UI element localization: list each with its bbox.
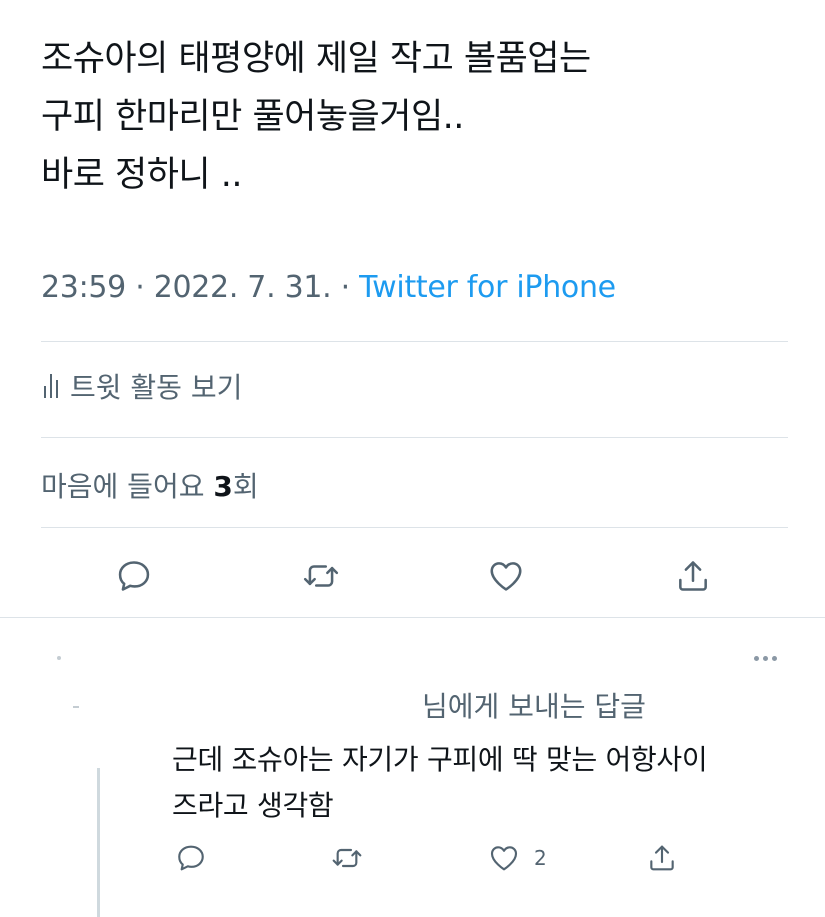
divider (41, 341, 788, 342)
heart-icon (490, 562, 522, 591)
meta-separator: · (331, 270, 360, 305)
tweet-line: 구피 한마리만 풀어놓을거임.. (41, 97, 464, 137)
divider (41, 527, 788, 528)
tweet-source-link[interactable]: Twitter for iPhone (359, 270, 616, 305)
divider (41, 437, 788, 438)
likes-count: 3 (213, 470, 233, 503)
comment-icon (178, 845, 204, 871)
retweet-button[interactable] (298, 553, 344, 599)
likes-count-link[interactable]: 마음에 들어요 3회 (41, 465, 259, 505)
faint-avatar-mark (57, 656, 61, 660)
likes-suffix: 회 (232, 470, 259, 503)
retweet-icon (303, 565, 339, 587)
tweet-action-bar (0, 553, 825, 599)
reply-like-button[interactable]: 2 (488, 838, 547, 878)
reply-action-bar: 2 (0, 838, 825, 878)
share-icon (679, 561, 707, 591)
reply-share-button[interactable] (646, 838, 678, 878)
tweet-line: 조슈아의 태평양에 제일 작고 볼품업는 (41, 39, 591, 79)
heart-icon (490, 846, 518, 871)
reply-to-label[interactable]: 님에게 보내는 답글 (422, 685, 646, 725)
activity-label: 트윗 활동 보기 (70, 371, 243, 404)
tweet-activity-link[interactable]: 트윗 활동 보기 (44, 366, 242, 406)
reply-button[interactable] (111, 553, 157, 599)
reply-like-count: 2 (534, 846, 547, 870)
reply-line: 근데 조슈아는 자기가 구피에 딱 맞는 어항사이 (172, 743, 708, 776)
retweet-icon (332, 848, 362, 868)
share-button[interactable] (670, 553, 716, 599)
like-button[interactable] (483, 553, 529, 599)
comment-icon (118, 561, 150, 591)
share-icon (650, 845, 674, 871)
meta-separator: · (125, 270, 154, 305)
faint-avatar-mark (73, 706, 79, 708)
likes-prefix: 마음에 들어요 (41, 470, 214, 503)
tweet-line: 바로 정하니 .. (41, 155, 243, 195)
tweet-meta: 23:59 · 2022. 7. 31. · Twitter for iPhon… (41, 270, 616, 305)
reply-line: 즈라고 생각함 (172, 789, 334, 822)
tweet-date[interactable]: 2022. 7. 31. (154, 270, 332, 305)
reply-reply-button[interactable] (175, 838, 207, 878)
tweet-time[interactable]: 23:59 (41, 270, 126, 305)
reply-text: 근데 조슈아는 자기가 구피에 딱 맞는 어항사이 즈라고 생각함 (172, 737, 812, 829)
tweet-text: 조슈아의 태평양에 제일 작고 볼품업는 구피 한마리만 풀어놓을거임.. 바로… (41, 30, 801, 204)
more-dots-icon[interactable] (754, 652, 784, 664)
analytics-bars-icon (44, 374, 58, 398)
section-divider (0, 617, 825, 618)
reply-retweet-button[interactable] (331, 838, 363, 878)
